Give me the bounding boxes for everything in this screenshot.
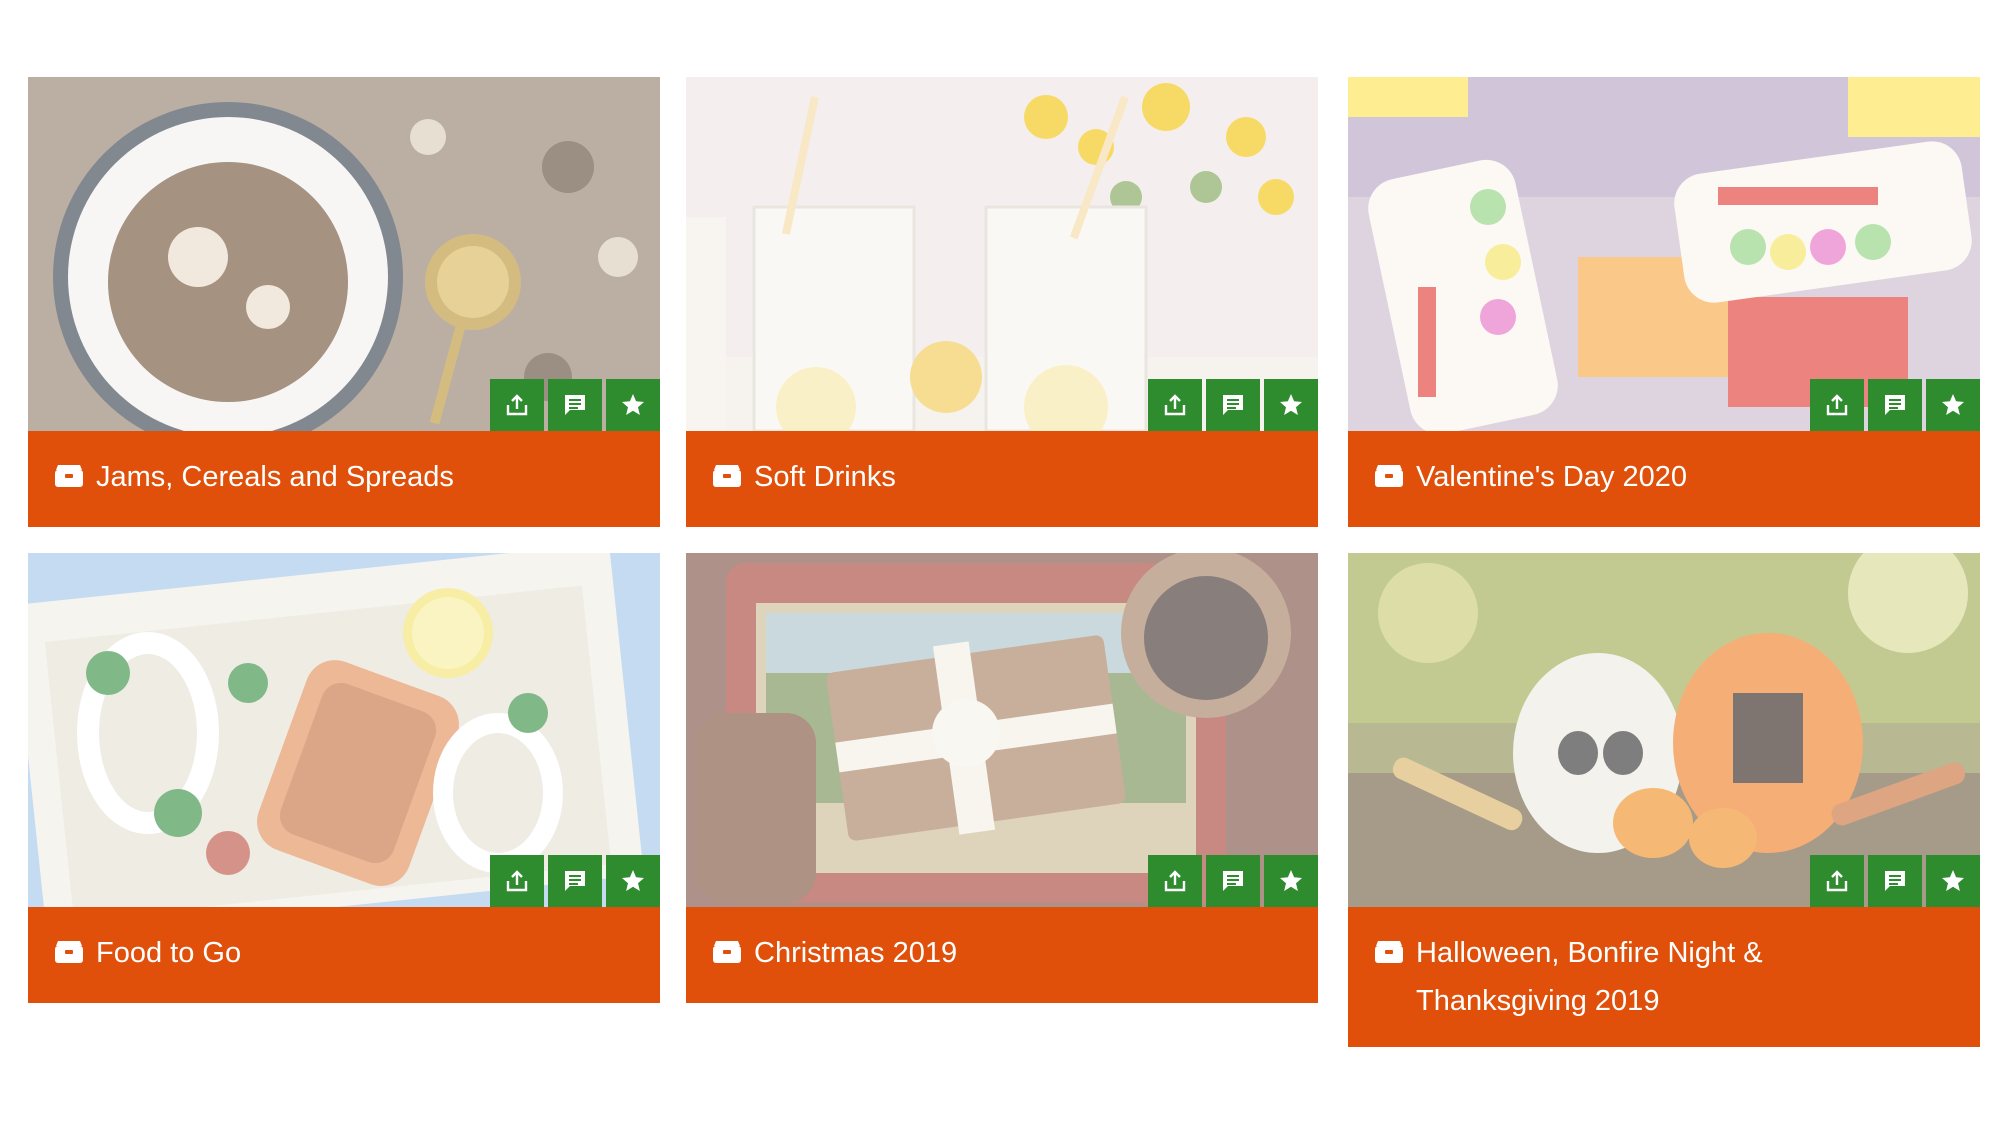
card-title[interactable]: Jams, Cereals and Spreads — [96, 453, 454, 501]
category-card[interactable]: Valentine's Day 2020 — [1348, 77, 1980, 527]
box-icon — [1374, 940, 1404, 964]
card-actions — [1148, 855, 1318, 907]
card-image[interactable] — [28, 553, 660, 907]
comment-button[interactable] — [548, 379, 602, 431]
card-footer: Soft Drinks — [686, 431, 1318, 527]
share-icon — [1826, 870, 1848, 892]
box-icon — [712, 940, 742, 964]
box-icon — [1374, 464, 1404, 488]
card-image[interactable] — [686, 77, 1318, 431]
card-actions — [1810, 379, 1980, 431]
category-card[interactable]: Jams, Cereals and Spreads — [28, 77, 660, 527]
comment-button[interactable] — [1206, 379, 1260, 431]
comment-icon — [565, 871, 585, 891]
card-footer: Jams, Cereals and Spreads — [28, 431, 660, 527]
card-title[interactable]: Soft Drinks — [754, 453, 896, 501]
category-card[interactable]: Soft Drinks — [686, 77, 1318, 527]
card-footer: Valentine's Day 2020 — [1348, 431, 1980, 527]
comment-button[interactable] — [1206, 855, 1260, 907]
salmon-salad-box-photo — [28, 553, 660, 907]
card-footer: Halloween, Bonfire Night & Thanksgiving … — [1348, 907, 1980, 1047]
gift-biscuit-tin-photo — [686, 553, 1318, 907]
painted-pumpkins-photo — [1348, 553, 1980, 907]
share-icon — [1826, 394, 1848, 416]
favourite-button[interactable] — [1926, 855, 1980, 907]
lemonade-glasses-photo — [686, 77, 1318, 431]
category-card[interactable]: Christmas 2019 — [686, 553, 1318, 1003]
share-icon — [506, 870, 528, 892]
comment-button[interactable] — [1868, 379, 1922, 431]
comment-button[interactable] — [548, 855, 602, 907]
share-icon — [1164, 394, 1186, 416]
card-title[interactable]: Food to Go — [96, 929, 241, 977]
card-actions — [490, 855, 660, 907]
comment-icon — [1885, 871, 1905, 891]
favourite-button[interactable] — [1264, 855, 1318, 907]
comment-button[interactable] — [1868, 855, 1922, 907]
favourite-button[interactable] — [606, 855, 660, 907]
granola-bowl-photo — [28, 77, 660, 431]
card-title[interactable]: Christmas 2019 — [754, 929, 957, 977]
box-icon — [54, 940, 84, 964]
share-icon — [506, 394, 528, 416]
share-button[interactable] — [1810, 855, 1864, 907]
share-button[interactable] — [490, 379, 544, 431]
share-icon — [1164, 870, 1186, 892]
comment-icon — [565, 395, 585, 415]
comment-icon — [1223, 871, 1243, 891]
card-actions — [490, 379, 660, 431]
card-actions — [1148, 379, 1318, 431]
favourite-button[interactable] — [1264, 379, 1318, 431]
star-icon — [1280, 394, 1302, 415]
comment-icon — [1223, 395, 1243, 415]
star-icon — [1280, 870, 1302, 891]
box-icon — [712, 464, 742, 488]
share-button[interactable] — [1148, 379, 1202, 431]
love-hearts-sweets-photo — [1348, 77, 1980, 431]
star-icon — [622, 870, 644, 891]
card-image[interactable] — [1348, 77, 1980, 431]
card-image[interactable] — [1348, 553, 1980, 907]
share-button[interactable] — [1810, 379, 1864, 431]
card-footer: Food to Go — [28, 907, 660, 1003]
card-footer: Christmas 2019 — [686, 907, 1318, 1003]
card-title[interactable]: Halloween, Bonfire Night & Thanksgiving … — [1416, 929, 1836, 1025]
card-image[interactable] — [28, 77, 660, 431]
comment-icon — [1885, 395, 1905, 415]
star-icon — [1942, 870, 1964, 891]
star-icon — [622, 394, 644, 415]
box-icon — [54, 464, 84, 488]
category-card[interactable]: Food to Go — [28, 553, 660, 1003]
share-button[interactable] — [490, 855, 544, 907]
card-title[interactable]: Valentine's Day 2020 — [1416, 453, 1687, 501]
card-actions — [1810, 855, 1980, 907]
share-button[interactable] — [1148, 855, 1202, 907]
category-card[interactable]: Halloween, Bonfire Night & Thanksgiving … — [1348, 553, 1980, 1047]
star-icon — [1942, 394, 1964, 415]
favourite-button[interactable] — [606, 379, 660, 431]
card-image[interactable] — [686, 553, 1318, 907]
favourite-button[interactable] — [1926, 379, 1980, 431]
